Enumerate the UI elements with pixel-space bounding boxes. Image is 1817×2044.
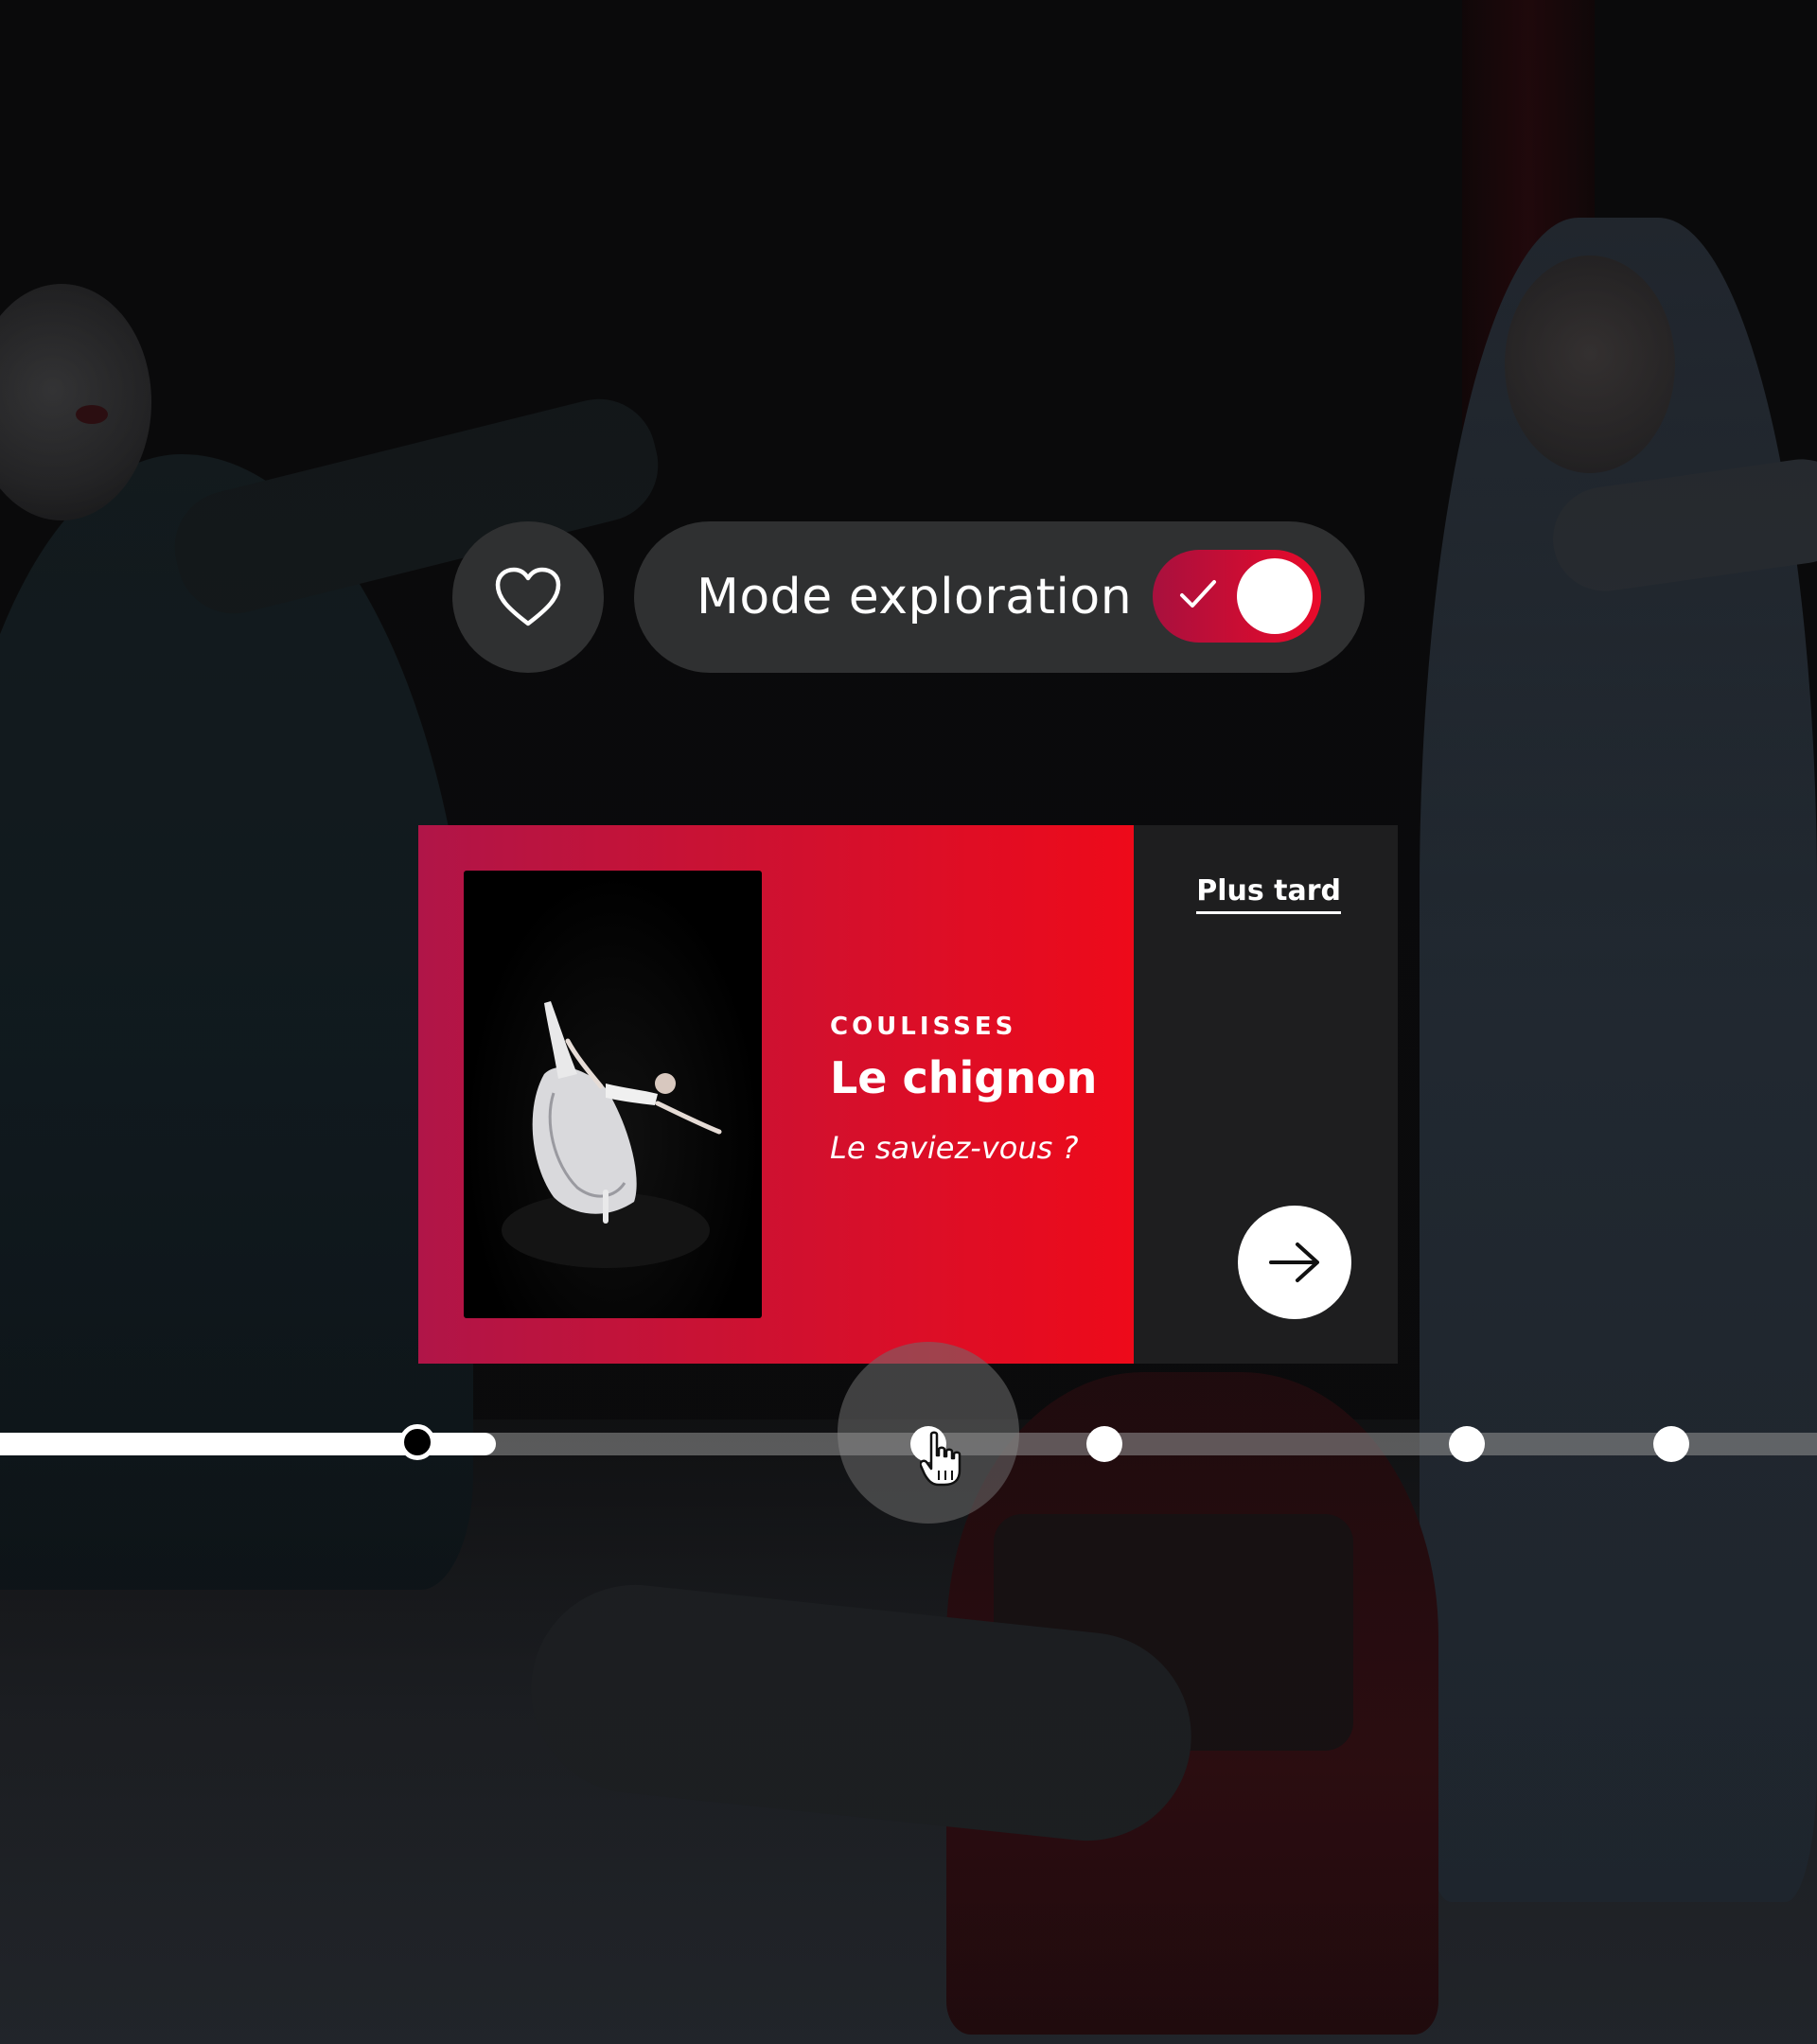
timeline-node[interactable] xyxy=(1086,1426,1122,1462)
timeline-node-current[interactable] xyxy=(399,1424,435,1460)
exploration-mode-label: Mode exploration xyxy=(697,569,1133,626)
exploration-mode-toggle[interactable] xyxy=(1153,550,1321,643)
check-icon xyxy=(1180,580,1216,608)
timeline[interactable] xyxy=(0,1410,1817,1486)
ballerina-arabesque-image xyxy=(502,1001,722,1268)
heart-icon xyxy=(495,567,561,626)
toggle-knob xyxy=(1237,558,1313,634)
favorite-button[interactable] xyxy=(452,521,604,673)
arrow-right-icon xyxy=(1269,1242,1319,1282)
story-card[interactable]: COULISSES Le chignon Le saviez-vous ? Pl… xyxy=(418,825,1398,1364)
timeline-node[interactable] xyxy=(1449,1426,1485,1462)
card-subtitle: Le saviez-vous ? xyxy=(830,1130,1079,1166)
ballerina-thumbnail xyxy=(464,871,762,1318)
next-button[interactable] xyxy=(1238,1206,1351,1319)
story-card-actions: Plus tard xyxy=(1134,825,1398,1364)
exploration-mode-pill: Mode exploration xyxy=(634,521,1365,673)
hand-pointer-icon xyxy=(920,1431,961,1487)
later-link[interactable]: Plus tard xyxy=(1196,874,1341,914)
timeline-node[interactable] xyxy=(1653,1426,1689,1462)
card-title: Le chignon xyxy=(830,1052,1098,1103)
card-category: COULISSES xyxy=(830,1013,1017,1041)
story-card-main[interactable]: COULISSES Le chignon Le saviez-vous ? xyxy=(418,825,1134,1364)
